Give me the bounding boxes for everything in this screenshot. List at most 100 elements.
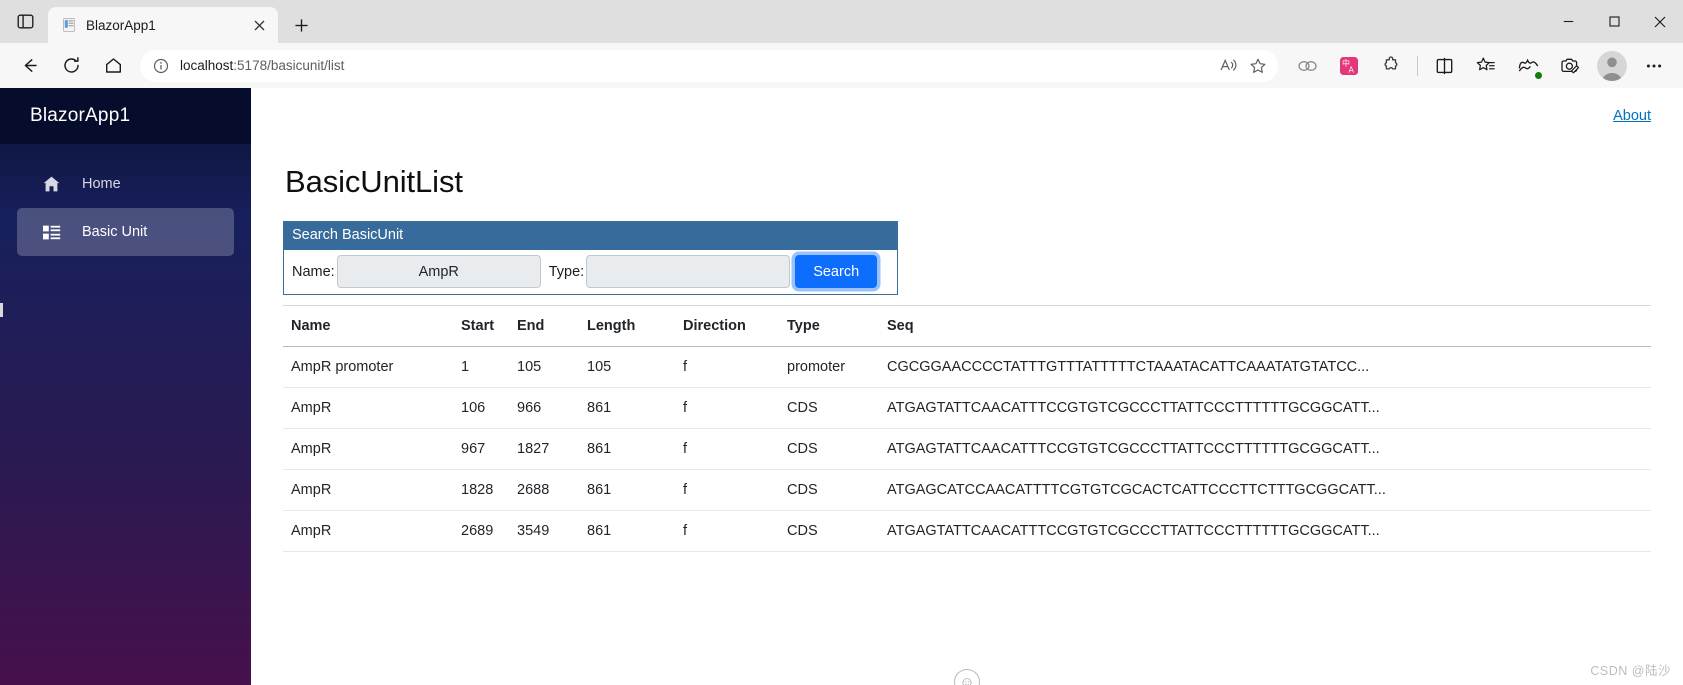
cell-start: 1828 (453, 469, 509, 512)
search-button[interactable]: Search (795, 255, 878, 289)
maximize-icon (1608, 16, 1620, 27)
sidebar-item-label: Basic Unit (82, 224, 148, 240)
favorites-icon[interactable] (1470, 50, 1502, 82)
app-main: About BasicUnitList Search BasicUnit Nam… (251, 88, 1683, 685)
cell-direction: f (675, 428, 779, 471)
screenshot-icon[interactable] (1554, 50, 1586, 82)
cell-seq: ATGAGTATTCAACATTTCCGTGTCGCCCTTATTCCCTTTT… (879, 510, 1651, 553)
home-icon (105, 58, 121, 73)
search-panel-heading: Search BasicUnit (284, 222, 897, 251)
app-brand-label: BlazorApp1 (30, 105, 131, 126)
browser-window: BlazorApp1 localhost:5178/basicunit/list… (0, 0, 1683, 685)
basic-unit-table: Name Start End Length Direction Type Seq (283, 305, 1651, 553)
translate-icon[interactable]: 中 A (1333, 50, 1365, 82)
table-row[interactable]: AmpR 967 1827 861 f CDS ATGAGTATTCAACATT… (283, 428, 1651, 471)
close-tab-icon[interactable] (248, 14, 270, 36)
tab-actions-button[interactable] (6, 2, 44, 40)
tab-title: BlazorApp1 (86, 17, 156, 33)
cell-start: 106 (453, 387, 509, 430)
maximize-button[interactable] (1591, 0, 1637, 43)
cell-seq: ATGAGTATTCAACATTTCCGTGTCGCCCTTATTCCCTTTT… (879, 387, 1651, 430)
column-header-name[interactable]: Name (283, 305, 453, 348)
svg-text:A: A (1349, 65, 1355, 74)
column-header-start[interactable]: Start (453, 305, 509, 348)
collections-icon[interactable] (1512, 50, 1544, 82)
close-icon (1654, 16, 1666, 27)
type-field-label: Type: (548, 263, 585, 280)
column-header-type[interactable]: Type (779, 305, 879, 348)
page-content: BasicUnitList Search BasicUnit Name: Typ… (251, 144, 1683, 685)
name-input[interactable] (336, 255, 541, 289)
scroll-indicator[interactable] (0, 303, 3, 317)
avatar[interactable] (1597, 50, 1627, 81)
name-field-label: Name: (292, 263, 335, 280)
table-row[interactable]: AmpR 1828 2688 861 f CDS ATGAGCATCCAACAT… (283, 469, 1651, 512)
copilot-icon[interactable] (1291, 50, 1323, 82)
cell-start: 2689 (453, 510, 509, 553)
cell-start: 1 (453, 346, 509, 389)
app-sidebar: BlazorApp1 Home Basic Unit (0, 88, 251, 685)
window-controls (1545, 0, 1683, 43)
address-bar[interactable]: localhost:5178/basicunit/list (140, 49, 1278, 82)
list-icon (41, 222, 61, 242)
back-button[interactable] (12, 49, 46, 83)
cell-length: 861 (579, 428, 675, 471)
browser-toolbar: localhost:5178/basicunit/list 中 A (0, 43, 1683, 88)
column-header-end[interactable]: End (509, 305, 579, 348)
table-row[interactable]: AmpR promoter 1 105 105 f promoter CGCGG… (283, 346, 1651, 389)
person-icon (1601, 57, 1623, 81)
cell-seq: CGCGGAACCCCTATTTGTTTATTTTTCTAAATACATTCAA… (879, 346, 1651, 389)
column-header-direction[interactable]: Direction (675, 305, 779, 348)
table-body: AmpR promoter 1 105 105 f promoter CGCGG… (283, 346, 1651, 553)
status-badge (1534, 70, 1543, 80)
minimize-button[interactable] (1545, 0, 1591, 43)
app-brand[interactable]: BlazorApp1 (0, 88, 251, 144)
column-header-length[interactable]: Length (579, 305, 675, 348)
cell-length: 861 (579, 510, 675, 553)
table-head: Name Start End Length Direction Type Seq (283, 305, 1651, 348)
cell-name: AmpR (283, 510, 453, 553)
cell-end: 2688 (509, 469, 579, 512)
read-aloud-icon[interactable] (1214, 52, 1242, 80)
settings-and-more-button[interactable] (1638, 50, 1670, 82)
arrow-left-icon (24, 59, 37, 72)
site-information-icon[interactable] (150, 55, 172, 77)
table-row[interactable]: AmpR 106 966 861 f CDS ATGAGTATTCAACATTT… (283, 387, 1651, 430)
about-link[interactable]: About (1613, 108, 1651, 124)
results-table-wrapper: Name Start End Length Direction Type Seq (283, 305, 1651, 553)
column-header-seq[interactable]: Seq (879, 305, 1651, 348)
url-path: :5178/basicunit/list (233, 58, 345, 73)
url-host: localhost (180, 58, 234, 73)
favorite-star-icon[interactable] (1244, 52, 1272, 80)
minimize-icon (1563, 20, 1573, 23)
address-bar-url[interactable]: localhost:5178/basicunit/list (180, 58, 1212, 73)
ellipsis-icon (1646, 64, 1662, 67)
page-title: BasicUnitList (285, 164, 463, 199)
cell-name: AmpR (283, 387, 453, 430)
sidebar-item-label: Home (82, 176, 121, 192)
cell-type: CDS (779, 469, 879, 512)
type-input[interactable] (586, 255, 791, 289)
sidebar-item-basic-unit[interactable]: Basic Unit (17, 208, 234, 256)
cell-length: 105 (579, 346, 675, 389)
close-window-button[interactable] (1637, 0, 1683, 43)
browser-tab[interactable]: BlazorApp1 (48, 7, 278, 43)
table-row[interactable]: AmpR 2689 3549 861 f CDS ATGAGTATTCAACAT… (283, 510, 1651, 553)
cell-direction: f (675, 469, 779, 512)
extensions-icon[interactable] (1375, 50, 1407, 82)
search-panel-body: Name: Type: Search (284, 250, 897, 295)
cell-name: AmpR (283, 428, 453, 471)
home-button[interactable] (96, 49, 130, 83)
cell-type: CDS (779, 428, 879, 471)
new-tab-button[interactable] (285, 9, 317, 41)
cell-name: AmpR (283, 469, 453, 512)
refresh-button[interactable] (54, 49, 88, 83)
cell-direction: f (675, 346, 779, 389)
split-screen-icon[interactable] (1428, 50, 1460, 82)
cell-start: 967 (453, 428, 509, 471)
cell-type: CDS (779, 387, 879, 430)
cell-end: 1827 (509, 428, 579, 471)
table-header-row: Name Start End Length Direction Type Seq (283, 305, 1651, 348)
sidebar-item-home[interactable]: Home (17, 160, 234, 208)
refresh-icon (63, 57, 79, 73)
